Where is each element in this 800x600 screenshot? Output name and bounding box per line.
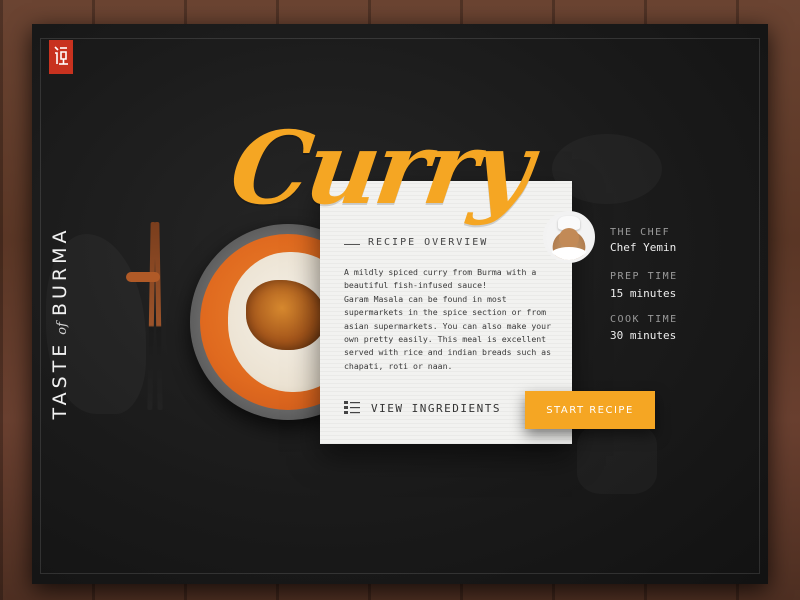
ingredients-list-icon[interactable] [344, 401, 360, 415]
description-paragraph: Garam Masala can be found in most superm… [344, 293, 552, 371]
chef-avatar[interactable] [543, 211, 595, 263]
recipe-description: A mildly spiced curry from Burma with a … [344, 266, 554, 373]
start-recipe-button[interactable]: START RECIPE [525, 391, 655, 429]
logo-glyph-icon [54, 46, 68, 65]
view-ingredients-link[interactable]: VIEW INGREDIENTS [371, 402, 501, 415]
chef-label: THE CHEF [610, 227, 671, 238]
description-paragraph: A mildly spiced curry from Burma with a … [344, 267, 537, 291]
burma-logo[interactable] [49, 40, 73, 74]
chef-face [559, 228, 579, 248]
chopstick-rest [126, 272, 160, 282]
cook-time-value: 30 minutes [610, 329, 677, 342]
overview-divider [344, 244, 360, 245]
prep-time-value: 15 minutes [610, 287, 677, 300]
cook-time-label: COOK TIME [610, 314, 678, 325]
chef-name: Chef Yemin [610, 241, 677, 254]
prep-time-label: PREP TIME [610, 271, 678, 282]
recipe-name-heading: Curry [223, 109, 537, 227]
background-emblem-bottom [577, 424, 657, 494]
overview-title: RECIPE OVERVIEW [368, 237, 489, 248]
